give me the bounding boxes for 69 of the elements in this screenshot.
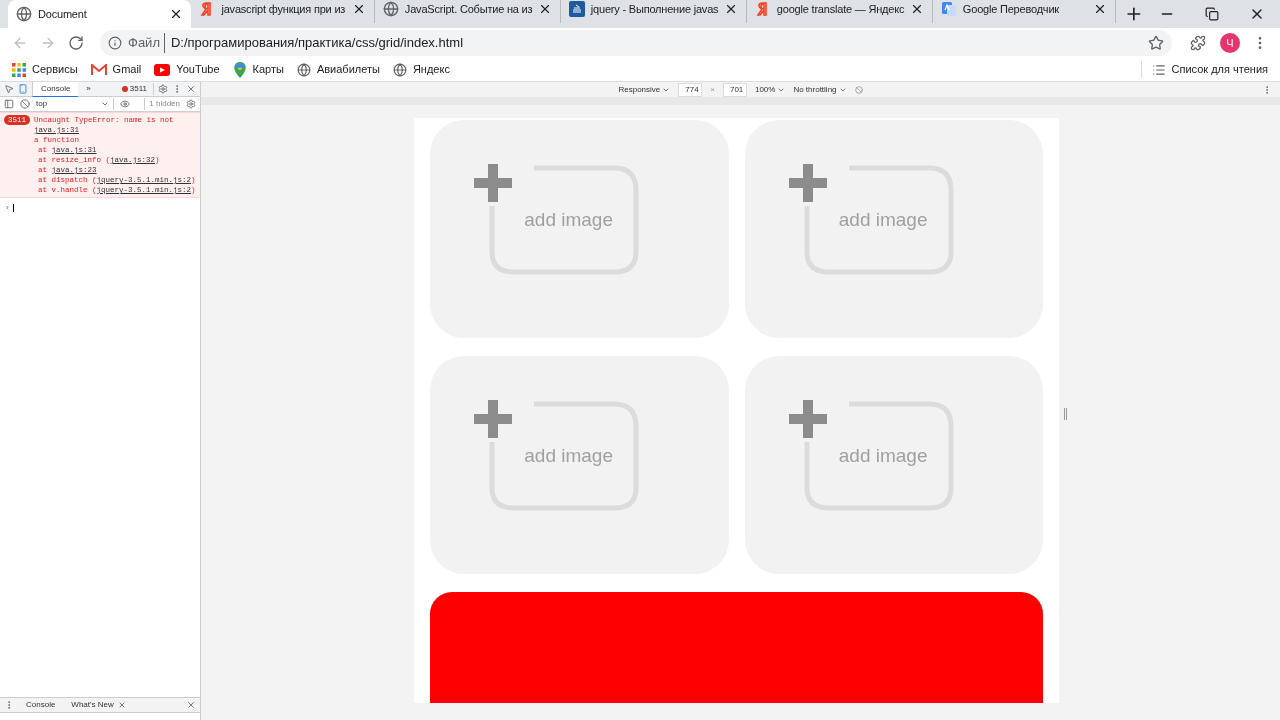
settings-icon[interactable]: [186, 99, 196, 109]
times-sign: ×: [710, 83, 715, 96]
globe-icon: [296, 62, 311, 77]
sidebar-icon[interactable]: [4, 99, 14, 109]
url-text: D:/програмирования/практика/css/grid/index.html: [170, 34, 464, 53]
device-mode-select[interactable]: Responsive: [618, 83, 671, 96]
more-tabs-button[interactable]: »: [82, 83, 95, 95]
profile-avatar[interactable]: Ч: [1220, 33, 1240, 53]
tab-title: jquery - Выполнение javas: [590, 1, 719, 17]
security-label: Файл: [128, 33, 165, 53]
drawer-tab[interactable]: Console: [22, 697, 60, 713]
bookmark-item[interactable]: Карты: [232, 61, 284, 78]
extensions-icon[interactable]: [1190, 35, 1206, 51]
browser-tab[interactable]: JavaScript. Событие на из: [374, 0, 561, 23]
list-icon: [1151, 62, 1166, 77]
add-image-icon: [474, 164, 641, 276]
context-select[interactable]: top: [36, 98, 114, 110]
globe-icon: [16, 6, 32, 22]
height-input[interactable]: 701: [722, 82, 747, 97]
map-pin-icon: [232, 61, 247, 78]
favicon-icon: [568, 1, 585, 17]
tab-title: Document: [38, 6, 88, 22]
bookmark-star-icon[interactable]: [1148, 35, 1164, 51]
video-play-icon: [154, 63, 171, 76]
bookmark-item[interactable]: YouTube: [154, 61, 220, 78]
info-icon: [108, 36, 122, 50]
inspect-icon[interactable]: [4, 84, 14, 94]
add-image-icon: [788, 164, 955, 276]
add-image-icon: [788, 400, 955, 512]
mail-icon: [90, 63, 107, 76]
add-image-label: add image: [524, 208, 613, 232]
hidden-count: 1 hidden: [144, 98, 180, 110]
device-icon[interactable]: [18, 84, 28, 94]
browser-tab[interactable]: Document: [8, 0, 192, 28]
resize-handle[interactable]: [1064, 408, 1067, 420]
tab-title: JavaScript. Событие на из: [404, 1, 533, 17]
drawer-tab[interactable]: What's New: [67, 697, 130, 713]
browser-tab[interactable]: Google Переводчик: [932, 0, 1117, 23]
width-input[interactable]: 774: [678, 82, 703, 97]
zoom-select[interactable]: 100%: [754, 83, 786, 96]
add-image-label: add image: [838, 444, 928, 468]
add-image-icon: [474, 400, 641, 512]
bookmark-item[interactable]: Авиабилеты: [296, 61, 380, 78]
clear-icon[interactable]: [20, 99, 30, 109]
eye-icon[interactable]: [120, 99, 130, 109]
address-bar[interactable]: Файл D:/програмирования/практика/css/grid/index.html: [100, 30, 1172, 56]
bookmark-item[interactable]: Gmail: [90, 61, 142, 78]
tab-title: javascript функция при из: [221, 1, 346, 17]
bookmark-item[interactable]: Сервисы: [12, 61, 78, 78]
restore-icon[interactable]: [1205, 7, 1219, 21]
caret-icon: [101, 100, 109, 108]
browser-tab[interactable]: google translate — Яндекс: [746, 0, 933, 23]
browser-tab[interactable]: jquery - Выполнение javas: [560, 0, 747, 23]
globe-icon: [382, 1, 399, 17]
reading-list-button[interactable]: Список для чтения: [1140, 61, 1268, 78]
translate-icon: [940, 1, 957, 17]
throttling-select[interactable]: No throttling: [793, 83, 847, 96]
add-image-label: add image: [524, 444, 613, 468]
globe-icon: [392, 62, 407, 77]
settings-icon[interactable]: [158, 84, 168, 94]
tab-title: Google Переводчик: [962, 1, 1060, 17]
add-image-label: add image: [838, 208, 928, 232]
bookmark-item[interactable]: Яндекс: [392, 61, 450, 78]
console-prompt[interactable]: ›: [6, 202, 9, 214]
browser-tab[interactable]: javascript функция при из: [191, 0, 375, 23]
tab-title: google translate — Яндекс: [776, 1, 905, 17]
apps-grid-icon: [12, 62, 26, 77]
error-counter[interactable]: 3511: [121, 83, 154, 95]
reload-icon[interactable]: [68, 35, 84, 51]
